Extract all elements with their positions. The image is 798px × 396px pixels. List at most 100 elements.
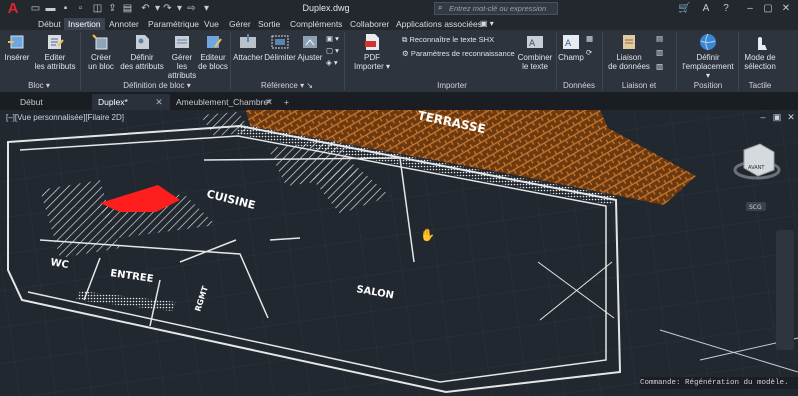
redo-icon[interactable]: ↷ — [162, 3, 173, 14]
tab-annoter[interactable]: Annoter — [105, 18, 143, 30]
command-line[interactable]: Commande: Régénération du modèle. — [640, 377, 798, 389]
editeur-blocs-button[interactable]: Editeur de blocs — [198, 30, 228, 78]
file-tab-debut[interactable]: Début — [14, 94, 92, 110]
ribbon-tab-bar: Début Insertion Annoter Paramétrique Vue… — [0, 18, 798, 30]
panel-title-reference[interactable]: Référence ▾ ↘ — [232, 80, 342, 91]
undo-icon[interactable]: ↶ — [140, 3, 151, 14]
viewcube-face-label: AVANT — [748, 165, 765, 171]
new-tab-icon[interactable]: + — [280, 94, 298, 110]
viewport-restore-icon[interactable]: ▣ — [772, 112, 782, 122]
tab-parametrique[interactable]: Paramétrique — [144, 18, 203, 30]
tab-sortie[interactable]: Sortie — [254, 18, 284, 30]
new-file-icon[interactable]: ▭ — [30, 3, 41, 14]
floor-plan-drawing: TERRASSE CUISINE WC ENTREE SALON RGMT ✋ … — [0, 110, 798, 396]
upload-icon[interactable]: ⇪ — [107, 3, 118, 14]
file-tab-ameublement[interactable]: Ameublement_Chambre* — [170, 94, 274, 110]
help-icon[interactable]: ? — [720, 3, 732, 15]
globe-icon — [700, 33, 716, 51]
panel-title-donnees: Données — [562, 81, 596, 90]
definir-attributs-button[interactable]: Définir des attributs — [118, 30, 166, 78]
svg-text:A: A — [565, 39, 572, 49]
panel-divider — [602, 32, 603, 90]
viewport-close-icon[interactable]: ✕ — [786, 112, 796, 122]
tab-vue[interactable]: Vue — [200, 18, 223, 30]
minimize-icon[interactable]: – — [744, 3, 756, 15]
document-title: Duplex.dwg — [302, 3, 350, 13]
panel-divider — [344, 32, 345, 90]
table-icon[interactable]: ▦ — [586, 34, 593, 44]
tab-collaborer[interactable]: Collaborer — [346, 18, 393, 30]
web-save-icon[interactable]: ◫ — [92, 3, 103, 14]
close-tab-icon[interactable]: ✕ — [154, 94, 164, 110]
autocad-logo-icon[interactable]: A — [4, 1, 22, 17]
ajuster-button[interactable]: Ajuster — [296, 30, 324, 78]
panel-title-bloc[interactable]: Bloc ▾ — [2, 80, 76, 91]
liaison-donnees-button[interactable]: Liaison de données — [604, 30, 654, 78]
share-icon[interactable]: ⇨ — [186, 3, 197, 14]
panel-title-position: Position — [693, 81, 723, 90]
gerer-attributs-button[interactable]: Gérer les attributs — [166, 30, 198, 80]
champ-button[interactable]: A Champ — [558, 30, 584, 78]
open-folder-icon[interactable]: ▬ — [45, 3, 56, 14]
snap-underlay-icon[interactable]: ◈ ▾ — [326, 58, 338, 68]
tab-debut[interactable]: Début — [34, 18, 65, 30]
combiner-texte-button[interactable]: A Combiner le texte — [516, 30, 554, 78]
clip-icon — [271, 35, 289, 49]
panel-divider — [556, 32, 557, 90]
viewport-controls-label[interactable]: [–][Vue personnalisée][Filaire 2D] — [6, 113, 124, 122]
panel-divider — [738, 32, 739, 90]
delimiter-button[interactable]: Délimiter — [264, 30, 296, 78]
plot-icon[interactable]: ▤ — [122, 3, 133, 14]
ribbon-options-icon[interactable]: ▣ ▾ — [476, 18, 498, 30]
save-icon[interactable]: ▪ — [60, 3, 71, 14]
creer-bloc-button[interactable]: Créer un bloc — [86, 30, 116, 78]
tab-applications-associees[interactable]: Applications associées — [392, 18, 486, 30]
viewport-minimize-icon[interactable]: – — [758, 112, 768, 122]
tab-insertion[interactable]: Insertion — [64, 18, 105, 30]
navigation-bar[interactable] — [776, 230, 794, 350]
app-store-icon[interactable]: A — [700, 3, 712, 15]
close-tab-icon[interactable]: ✕ — [264, 94, 274, 110]
attacher-button[interactable]: Attacher — [232, 30, 264, 78]
data-link-icon — [623, 35, 635, 49]
cart-icon[interactable]: 🛒 — [678, 3, 690, 15]
attach-icon — [240, 34, 256, 48]
tab-gerer[interactable]: Gérer — [225, 18, 255, 30]
ribbon-panel: Insérer Editer les attributs Bloc ▾ Crée… — [0, 30, 798, 101]
field-icon: A — [563, 35, 579, 49]
panel-title-tactile: Tactile — [748, 81, 772, 90]
drawing-viewport[interactable]: TERRASSE CUISINE WC ENTREE SALON RGMT ✋ … — [0, 110, 798, 396]
update-fields-icon[interactable]: ⟳ — [586, 48, 592, 58]
definir-emplacement-button[interactable]: Définir l'emplacement ▾ — [680, 30, 736, 80]
customize-dropdown-icon[interactable]: ▾ — [201, 3, 212, 14]
download-source-icon[interactable]: ▥ — [656, 48, 663, 58]
underlay-layers-icon[interactable]: ▣ ▾ — [326, 34, 339, 44]
define-attributes-icon — [136, 35, 149, 49]
extract-data-icon[interactable]: ▤ — [656, 34, 663, 44]
redo-dropdown-icon[interactable]: ▾ — [174, 3, 185, 14]
wcs-label: SCG — [749, 204, 762, 211]
reconnaitre-shx-button[interactable]: ⧉ Reconnaître le texte SHX — [402, 35, 494, 45]
tab-complements[interactable]: Compléments — [286, 18, 346, 30]
block-editor-icon — [207, 36, 222, 48]
search-input[interactable]: Entrez mot-clé ou expression — [434, 2, 558, 15]
parametres-reconnaissance-button[interactable]: ⚙ Paramètres de reconnaissance — [402, 49, 515, 59]
pdf-importer-button[interactable]: PDF Importer ▾ — [350, 30, 394, 78]
restore-icon[interactable]: ▢ — [762, 3, 774, 15]
inserer-button[interactable]: Insérer — [2, 30, 32, 78]
panel-title-importer: Importer — [437, 81, 467, 90]
close-icon[interactable]: ✕ — [780, 3, 792, 15]
panel-title-definition-bloc[interactable]: Définition de bloc ▾ — [86, 80, 228, 91]
editer-attributs-button[interactable]: Editer les attributs — [34, 30, 76, 78]
save-as-icon[interactable]: ▫ — [75, 3, 86, 14]
upload-source-icon[interactable]: ▧ — [656, 62, 663, 72]
manage-attributes-icon — [175, 36, 189, 48]
edit-attributes-icon — [48, 35, 64, 49]
mode-selection-button[interactable]: Mode de sélection — [740, 30, 780, 78]
create-block-icon — [92, 34, 108, 50]
frames-icon[interactable]: ▢ ▾ — [326, 46, 339, 56]
pdf-import-icon — [365, 34, 379, 50]
combine-text-icon: A — [527, 36, 543, 49]
panel-divider — [676, 32, 677, 90]
panel-title-liaison-extraction: Liaison et extraction — [621, 81, 657, 101]
